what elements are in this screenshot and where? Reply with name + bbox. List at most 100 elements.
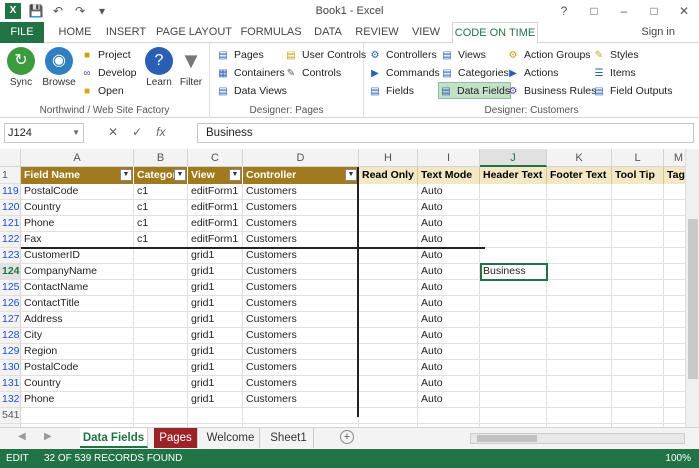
cell-j121[interactable] [480,216,547,232]
name-box[interactable]: J124 ▼ [4,123,84,143]
ribbon-display-icon[interactable]: □ [579,0,609,22]
cell-j122[interactable] [480,232,547,248]
tab-home[interactable]: HOME [52,22,98,43]
cell-b132[interactable] [134,392,188,408]
cell-l128[interactable] [612,328,664,344]
vertical-scrollbar[interactable] [685,149,699,427]
cell-j126[interactable] [480,296,547,312]
data-views-button[interactable]: ▤ Data Views [216,83,287,100]
insert-function-icon[interactable]: fx [156,125,165,139]
controls-button[interactable]: ✎ Controls [284,65,341,82]
actions-button[interactable]: ▶ Actions [506,65,558,82]
user-controls-button[interactable]: ▤ User Controls [284,47,366,64]
tab-review[interactable]: REVIEW [352,22,402,43]
cell-l120[interactable] [612,200,664,216]
cell-b121[interactable]: c1 [134,216,188,232]
cell-h123[interactable] [359,248,418,264]
cell-b128[interactable] [134,328,188,344]
cell-h124[interactable] [359,264,418,280]
column-header-a[interactable]: A [21,149,134,167]
cell-l119[interactable] [612,184,664,200]
vertical-scroll-thumb[interactable] [688,219,698,379]
filter-button[interactable]: ▼ Filter [174,47,208,88]
cell-l131[interactable] [612,376,664,392]
cell-l129[interactable] [612,344,664,360]
header-cell-j[interactable]: Header Text [480,167,547,184]
styles-button[interactable]: ✎ Styles [592,47,639,64]
formula-input[interactable]: Business [197,123,694,143]
cell-k122[interactable] [547,232,612,248]
cell-d127[interactable]: Customers [243,312,359,328]
sync-button[interactable]: ↻ Sync [4,47,38,88]
cell-b119[interactable]: c1 [134,184,188,200]
header-cell-a[interactable]: Field Name ▼ [21,167,134,184]
tab-page-layout[interactable]: PAGE LAYOUT [154,22,234,43]
cell-b130[interactable] [134,360,188,376]
cell-j129[interactable] [480,344,547,360]
cell-d119[interactable]: Customers [243,184,359,200]
minimize-icon[interactable]: – [609,0,639,22]
cell-k129[interactable] [547,344,612,360]
row-header-120[interactable]: 120 [0,200,21,216]
cell-i128[interactable]: Auto [418,328,480,344]
cell-a128[interactable]: City [21,328,134,344]
cell-d128[interactable]: Customers [243,328,359,344]
cell-h121[interactable] [359,216,418,232]
items-button[interactable]: ☰ Items [592,65,636,82]
cell-k125[interactable] [547,280,612,296]
sheet-tab-welcome[interactable]: Welcome [202,428,260,448]
cell-c120[interactable]: editForm1 [188,200,243,216]
cell-h541[interactable] [359,408,418,424]
cell-b120[interactable]: c1 [134,200,188,216]
cell-h120[interactable] [359,200,418,216]
cell-d124[interactable]: Customers [243,264,359,280]
cell-b123[interactable] [134,248,188,264]
data-fields-button[interactable]: ▤ Data Fields [438,82,512,99]
cell-i129[interactable]: Auto [418,344,480,360]
cell-k131[interactable] [547,376,612,392]
action-groups-button[interactable]: ⚙ Action Groups [506,47,591,64]
cell-l541[interactable] [612,408,664,424]
tab-view[interactable]: VIEW [406,22,446,43]
views-button[interactable]: ▤ Views [440,47,486,64]
develop-button[interactable]: ∞ Develop [80,65,136,82]
cell-a119[interactable]: PostalCode [21,184,134,200]
learn-button[interactable]: ? Learn [142,47,176,88]
cell-c125[interactable]: grid1 [188,280,243,296]
cell-c122[interactable]: editForm1 [188,232,243,248]
zoom-level[interactable]: 100% [665,449,691,468]
cell-k132[interactable] [547,392,612,408]
row-header-124[interactable]: 124 [0,264,21,280]
row-header-119[interactable]: 119 [0,184,21,200]
open-button[interactable]: ■ Open [80,83,124,100]
cell-h125[interactable] [359,280,418,296]
cell-i125[interactable]: Auto [418,280,480,296]
tab-formulas[interactable]: FORMULAS [238,22,304,43]
column-header-h[interactable]: H [359,149,418,167]
row-header-1[interactable]: 1 [0,167,21,184]
cell-b541[interactable] [134,408,188,424]
cell-k128[interactable] [547,328,612,344]
cell-d132[interactable]: Customers [243,392,359,408]
cell-a122[interactable]: Fax [21,232,134,248]
cell-h132[interactable] [359,392,418,408]
cell-b122[interactable]: c1 [134,232,188,248]
header-cell-c[interactable]: View ▼ [188,167,243,184]
cell-d131[interactable]: Customers [243,376,359,392]
cell-k124[interactable] [547,264,612,280]
cell-j130[interactable] [480,360,547,376]
cell-i131[interactable]: Auto [418,376,480,392]
fields-button[interactable]: ▤ Fields [368,83,414,100]
cell-h130[interactable] [359,360,418,376]
cell-l126[interactable] [612,296,664,312]
help-icon[interactable]: ? [549,0,579,22]
sheet-tab-sheet1[interactable]: Sheet1 [264,428,314,448]
cell-i120[interactable]: Auto [418,200,480,216]
cell-a541[interactable] [21,408,134,424]
cell-i122[interactable]: Auto [418,232,480,248]
cell-h129[interactable] [359,344,418,360]
horizontal-scroll-thumb[interactable] [477,435,537,442]
cell-j123[interactable] [480,248,547,264]
cell-l127[interactable] [612,312,664,328]
next-sheet-icon[interactable]: ▶ [44,431,52,442]
